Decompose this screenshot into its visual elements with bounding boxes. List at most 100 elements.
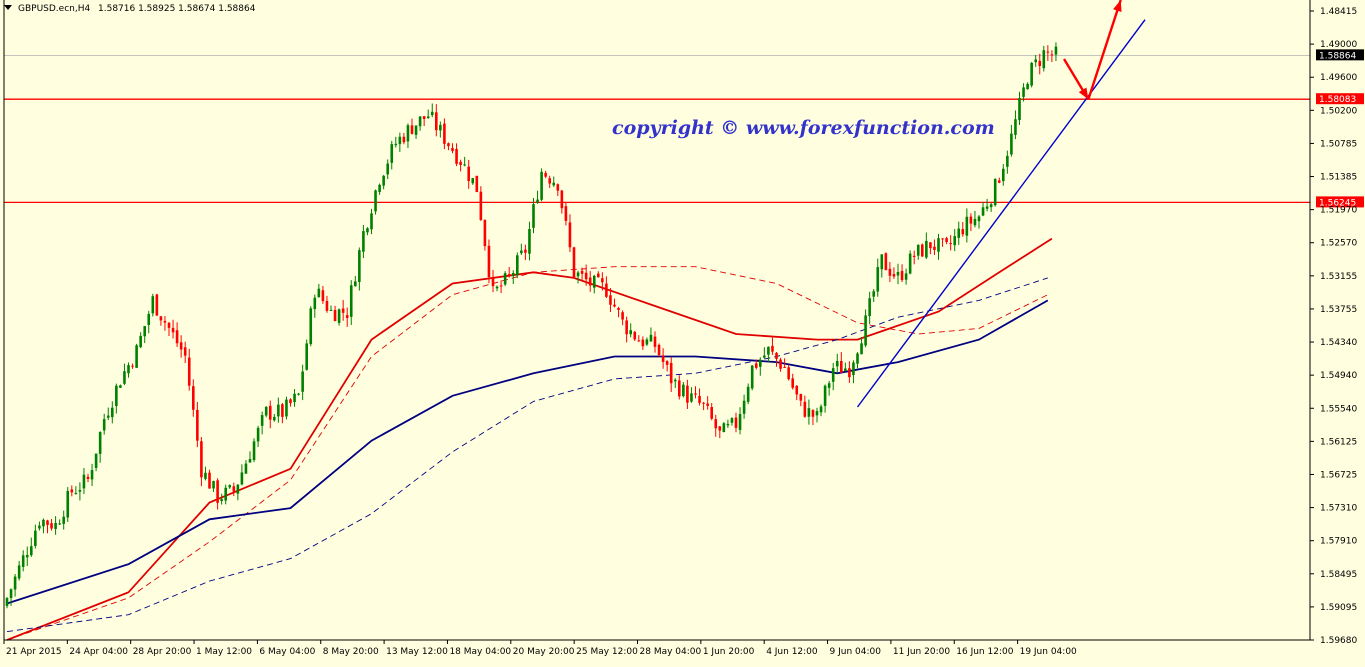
- candle-body: [289, 399, 292, 404]
- candle-body: [738, 414, 742, 430]
- candle-body: [382, 175, 385, 186]
- candle-body: [653, 336, 657, 347]
- x-tick-label: 16 Jun 12:00: [956, 647, 1013, 657]
- candle-body: [183, 347, 187, 356]
- candle-body: [961, 229, 965, 235]
- candle-body: [1054, 46, 1058, 55]
- candle-body: [864, 315, 867, 346]
- y-tick-label: 1.53755: [1320, 305, 1357, 315]
- candle-body: [325, 300, 329, 311]
- candle-body: [358, 250, 361, 283]
- level-price-label: 1.58083: [1319, 95, 1356, 105]
- candle-body: [90, 469, 94, 480]
- chart-canvas[interactable]: 1.580831.562451.58864 copyright © www.fo…: [0, 0, 1365, 663]
- candle-body: [70, 489, 74, 493]
- y-tick-label: 1.56125: [1320, 437, 1357, 447]
- candle-body: [115, 385, 118, 407]
- candle-body: [1006, 155, 1009, 167]
- candle-body: [94, 453, 98, 468]
- y-tick-label: 1.54940: [1320, 371, 1357, 381]
- candle-body: [908, 253, 912, 274]
- candle-body: [981, 207, 985, 216]
- candle-body: [483, 220, 487, 247]
- candle-body: [722, 423, 726, 433]
- candle-body: [232, 486, 236, 492]
- candle-body: [264, 406, 268, 416]
- candle-body: [386, 163, 389, 175]
- y-tick-label: 1.49000: [1320, 40, 1357, 50]
- candle-body: [163, 320, 167, 323]
- candle-body: [143, 326, 146, 337]
- candle-body: [933, 246, 936, 250]
- candle-body: [613, 304, 616, 307]
- candle-body: [66, 490, 70, 518]
- candle-body: [536, 199, 539, 203]
- candle-body: [726, 423, 730, 426]
- candle-body: [244, 463, 248, 474]
- candle-body: [860, 343, 863, 355]
- candle-body: [637, 340, 641, 342]
- candle-body: [896, 271, 900, 276]
- candle-body: [799, 394, 803, 401]
- candle-body: [78, 489, 82, 492]
- candle-body: [925, 240, 928, 258]
- candle-body: [520, 250, 523, 254]
- x-tick-label: 25 May 12:00: [576, 647, 638, 657]
- candle-body: [50, 523, 53, 529]
- candle-body: [690, 393, 693, 402]
- candle-body: [301, 371, 304, 392]
- candle-body: [730, 418, 734, 423]
- candle-body: [366, 228, 369, 233]
- candle-body: [459, 161, 462, 165]
- candle-body: [572, 247, 576, 278]
- candle-body: [706, 403, 709, 406]
- candle-body: [803, 401, 807, 417]
- candle-body: [390, 144, 394, 163]
- y-tick-label: 1.55540: [1320, 404, 1357, 414]
- x-tick-label: 9 Jun 04:00: [830, 647, 882, 657]
- candle-body: [187, 357, 191, 386]
- x-tick-label: 24 Apr 04:00: [69, 647, 128, 657]
- candle-body: [564, 206, 568, 221]
- candle-body: [155, 294, 159, 316]
- candle-body: [823, 385, 827, 406]
- candle-body: [783, 366, 786, 368]
- candle-body: [1010, 133, 1013, 155]
- symbol-label: GBPUSD.ecn,H4: [18, 4, 90, 14]
- candle-body: [370, 213, 373, 230]
- x-tick-label: 4 Jun 12:00: [766, 647, 818, 657]
- candle-body: [86, 476, 90, 479]
- candle-body: [734, 417, 738, 428]
- candle-body: [106, 415, 110, 418]
- price-chart[interactable]: 1.58083 1.56245 1.58864 copyright © www.fo…: [0, 0, 1365, 663]
- candle-body: [1030, 62, 1033, 86]
- candle-body: [787, 367, 790, 380]
- candle-body: [661, 355, 665, 362]
- candle-body: [38, 525, 41, 529]
- candle-body: [341, 308, 345, 313]
- x-tick-label: 21 Apr 2015: [6, 647, 62, 657]
- candle-body: [945, 238, 948, 243]
- candle-body: [507, 274, 511, 276]
- candle-body: [609, 295, 612, 305]
- candle-body: [131, 365, 134, 367]
- candle-body: [418, 116, 422, 127]
- candle-body: [224, 487, 227, 501]
- candle-body: [852, 362, 855, 376]
- candle-body: [621, 312, 624, 320]
- candle-body: [463, 164, 466, 166]
- candle-body: [746, 386, 750, 402]
- candle-body: [447, 143, 450, 147]
- candle-body: [807, 408, 811, 417]
- candle-body: [969, 216, 973, 224]
- candle-body: [657, 344, 661, 356]
- candle-body: [900, 270, 904, 281]
- candle-body: [819, 406, 823, 413]
- candle-body: [588, 277, 592, 286]
- candle-body: [759, 359, 762, 367]
- candle-body: [74, 492, 78, 494]
- candle-body: [629, 330, 632, 335]
- x-tick-label: 19 Jun 04:00: [1020, 647, 1077, 657]
- candle-body: [856, 353, 859, 364]
- candle-body: [62, 516, 65, 524]
